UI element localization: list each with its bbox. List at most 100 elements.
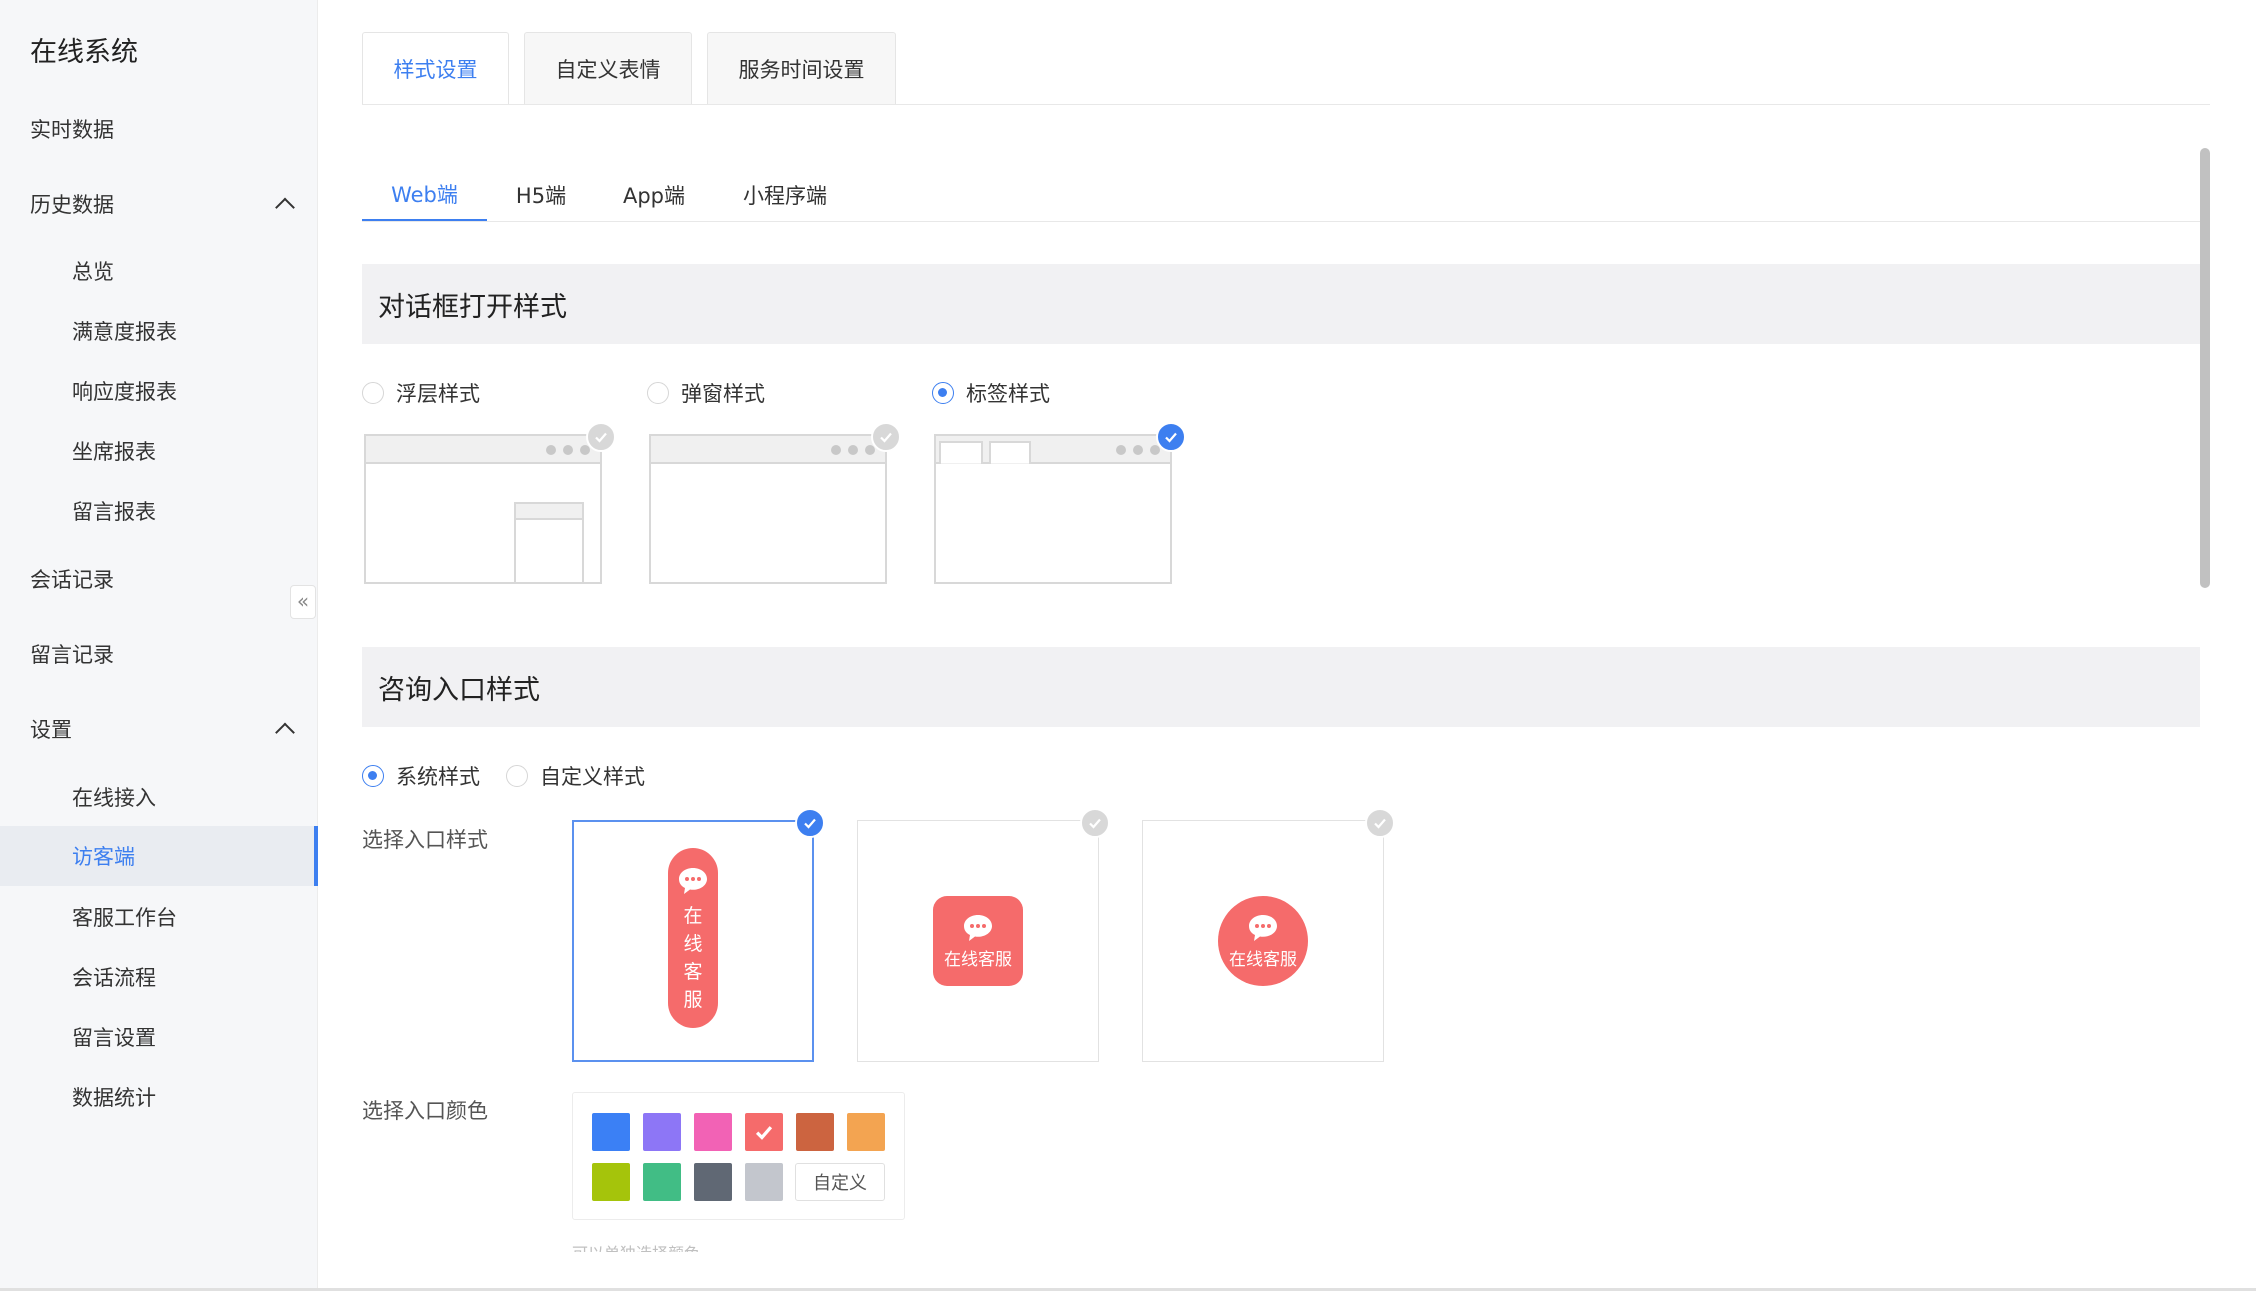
sidebar-item-label: 留言报表 [72, 500, 156, 524]
color-swatch[interactable] [745, 1113, 783, 1151]
color-swatch[interactable] [643, 1163, 681, 1201]
tab-service-time[interactable]: 服务时间设置 [707, 32, 896, 104]
sidebar-item-label: 满意度报表 [72, 320, 177, 344]
sidebar-item-visitor[interactable]: 访客端 [0, 826, 318, 886]
sidebar-item-agent-report[interactable]: 坐席报表 [0, 423, 316, 479]
radio-label: 弹窗样式 [681, 382, 765, 406]
entry-style-label: 选择入口样式 [362, 828, 488, 852]
entry-button-preview: 在线客服 [933, 896, 1023, 986]
scrollbar-thumb[interactable] [2200, 148, 2210, 588]
section-title-dialog-style: 对话框打开样式 [362, 264, 2200, 344]
radio-circle[interactable] [362, 382, 384, 404]
float-panel-shape [514, 502, 584, 582]
preview-tab-style[interactable] [934, 434, 1172, 584]
custom-color-button[interactable]: 自定义 [795, 1163, 885, 1201]
entry-button-preview: 在线客服 [1218, 896, 1308, 986]
radio-circle[interactable] [932, 382, 954, 404]
radio-tab-style[interactable]: 标签样式 [932, 378, 1050, 408]
check-circle-icon [871, 422, 901, 452]
preview-float-style[interactable] [364, 434, 602, 584]
sidebar-item-label: 数据统计 [72, 1086, 156, 1110]
sidebar-item-messages[interactable]: 留言记录 [0, 626, 316, 682]
tab-divider [362, 104, 2210, 105]
radio-label: 自定义样式 [540, 765, 645, 789]
color-swatch[interactable] [847, 1113, 885, 1151]
sidebar-item-label: 坐席报表 [72, 440, 156, 464]
sidebar-item-label: 留言记录 [30, 643, 114, 667]
entry-button-text: 在线客服 [944, 949, 1012, 970]
tab-h5[interactable]: H5端 [500, 168, 582, 222]
checkmark-icon [755, 1126, 773, 1140]
radio-popup-style[interactable]: 弹窗样式 [647, 378, 765, 408]
check-circle-icon [1080, 808, 1110, 838]
preview-popup-style[interactable] [649, 434, 887, 584]
chat-bubble-icon [964, 914, 992, 941]
radio-label: 系统样式 [396, 765, 480, 789]
sidebar-item-session-flow[interactable]: 会话流程 [0, 949, 316, 1005]
sidebar: 在线系统 实时数据 历史数据 总览 满意度报表 响应度报表 坐席报表 留言报表 … [0, 0, 318, 1291]
sidebar-item-history[interactable]: 历史数据 [0, 176, 316, 232]
entry-style-circle[interactable]: 在线客服 [1142, 820, 1384, 1062]
chevron-up-icon [275, 197, 295, 218]
entry-button-preview: 在线客服 [668, 848, 718, 1028]
sidebar-item-workbench[interactable]: 客服工作台 [0, 889, 316, 945]
sidebar-item-label: 实时数据 [30, 118, 114, 142]
radio-label: 浮层样式 [396, 382, 480, 406]
radio-circle[interactable] [647, 382, 669, 404]
check-circle-icon [586, 422, 616, 452]
sidebar-item-settings[interactable]: 设置 [0, 701, 316, 757]
tab-custom-emoji[interactable]: 自定义表情 [524, 32, 692, 104]
check-circle-icon [795, 808, 825, 838]
sidebar-item-label: 留言设置 [72, 1026, 156, 1050]
sidebar-item-label: 总览 [72, 260, 114, 284]
tab-mini-program[interactable]: 小程序端 [730, 168, 840, 222]
radio-system-style[interactable]: 系统样式 [362, 761, 480, 791]
radio-circle[interactable] [506, 765, 528, 787]
sidebar-item-label: 访客端 [72, 845, 135, 869]
color-swatch[interactable] [745, 1163, 783, 1201]
sidebar-item-sessions[interactable]: 会话记录 [0, 551, 316, 607]
tab-web[interactable]: Web端 [362, 168, 487, 222]
color-swatch[interactable] [592, 1113, 630, 1151]
sidebar-item-label: 会话流程 [72, 966, 156, 990]
color-swatch[interactable] [694, 1163, 732, 1201]
color-swatch[interactable] [694, 1113, 732, 1151]
sidebar-item-overview[interactable]: 总览 [0, 243, 316, 299]
color-swatch[interactable] [796, 1113, 834, 1151]
chat-bubble-icon [679, 868, 707, 894]
entry-style-square[interactable]: 在线客服 [857, 820, 1099, 1062]
faded-hint-text: 可以单独选择颜色 [572, 1240, 700, 1252]
entry-button-text: 在线客服 [1229, 949, 1297, 970]
sub-tab-divider [362, 221, 2200, 222]
sidebar-item-statistics[interactable]: 数据统计 [0, 1069, 316, 1125]
sidebar-item-online-access[interactable]: 在线接入 [0, 769, 316, 825]
radio-custom-style[interactable]: 自定义样式 [506, 761, 645, 791]
sidebar-item-realtime[interactable]: 实时数据 [0, 101, 316, 157]
check-circle-icon [1365, 808, 1395, 838]
radio-label: 标签样式 [966, 382, 1050, 406]
window-dots-icon [1116, 445, 1160, 455]
entry-button-vertical-text: 在线客服 [683, 905, 703, 1011]
sidebar-item-label: 设置 [30, 718, 72, 742]
sidebar-item-label: 会话记录 [30, 568, 114, 592]
entry-color-label: 选择入口颜色 [362, 1099, 488, 1123]
color-swatch[interactable] [643, 1113, 681, 1151]
color-palette: 自定义 [572, 1092, 905, 1220]
window-dots-icon [546, 445, 590, 455]
radio-circle[interactable] [362, 765, 384, 787]
chevron-up-icon [275, 722, 295, 743]
section-title-entry-style: 咨询入口样式 [362, 647, 2200, 727]
tab-style-settings[interactable]: 样式设置 [362, 32, 509, 104]
sidebar-item-message-settings[interactable]: 留言设置 [0, 1009, 316, 1065]
sidebar-item-label: 客服工作台 [72, 906, 177, 930]
color-swatch[interactable] [592, 1163, 630, 1201]
collapse-sidebar-button[interactable]: « [290, 585, 316, 619]
entry-style-vertical[interactable]: 在线客服 [572, 820, 814, 1062]
sidebar-item-label: 历史数据 [30, 193, 114, 217]
sidebar-item-message-report[interactable]: 留言报表 [0, 483, 316, 539]
sidebar-item-response[interactable]: 响应度报表 [0, 363, 316, 419]
tab-app[interactable]: App端 [612, 168, 696, 222]
check-circle-icon [1156, 422, 1186, 452]
sidebar-item-satisfaction[interactable]: 满意度报表 [0, 303, 316, 359]
radio-float-style[interactable]: 浮层样式 [362, 378, 480, 408]
